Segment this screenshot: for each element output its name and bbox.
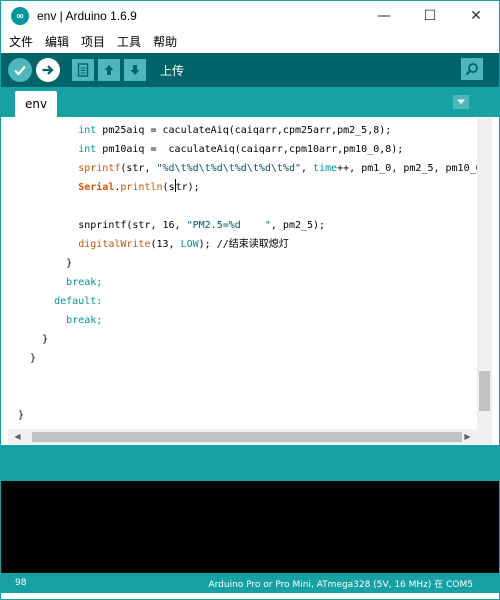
title-bar: ∞ env | Arduino 1.6.9 — ☐ ✕ — [1, 1, 499, 31]
code-line: } — [42, 334, 49, 345]
magnifier-icon — [465, 63, 478, 76]
new-button[interactable] — [72, 59, 94, 81]
tab-menu-button[interactable] — [453, 95, 469, 109]
vertical-scrollbar[interactable] — [477, 117, 492, 429]
menu-file[interactable]: 文件 — [1, 33, 39, 50]
message-area — [1, 445, 499, 481]
chevron-down-icon — [457, 99, 465, 104]
code-line: } — [66, 258, 73, 269]
line-number: 98 — [15, 578, 27, 588]
code-line: } — [30, 353, 37, 364]
code-editor[interactable]: int pm25aiq = caculateAiq(caiqarr,cpm25a… — [8, 117, 492, 429]
code-line: break; — [66, 277, 103, 288]
code-line: int pm25aiq = caculateAiq(caiqarr,cpm25a… — [78, 125, 392, 136]
menu-help[interactable]: 帮助 — [147, 33, 183, 50]
save-button[interactable] — [124, 59, 146, 81]
verify-button[interactable] — [8, 58, 32, 82]
window-controls: — ☐ ✕ — [361, 1, 499, 31]
minimize-button[interactable]: — — [361, 1, 407, 31]
code-line: default: — [54, 296, 103, 307]
board-info: Arduino Pro or Pro Mini, ATmega328 (5V, … — [208, 579, 473, 590]
close-button[interactable]: ✕ — [453, 1, 499, 31]
code-line: sprintf(str, "%d\t%d\t%d\t%d\t%d\t%d", t… — [78, 163, 488, 174]
arduino-ide-window: ∞ env | Arduino 1.6.9 — ☐ ✕ 文件 编辑 项目 工具 … — [0, 0, 500, 600]
window-bottom-edge — [1, 593, 499, 599]
maximize-button[interactable]: ☐ — [407, 1, 453, 31]
arduino-logo-icon: ∞ — [11, 7, 29, 25]
status-bar: 98 Arduino Pro or Pro Mini, ATmega328 (5… — [1, 573, 499, 593]
code-line: } — [18, 410, 25, 421]
scroll-left-icon[interactable]: ◀ — [10, 429, 25, 444]
code-line: Serial.println(str); — [18, 179, 200, 193]
vertical-scroll-thumb[interactable] — [479, 371, 490, 411]
code-line: digitalWrite(13, LOW); //结束读取熄灯 — [78, 239, 289, 250]
tab-env[interactable]: env — [15, 91, 57, 117]
arrow-right-icon — [42, 65, 54, 75]
menu-tools[interactable]: 工具 — [111, 33, 147, 50]
toolbar: 上传 — [1, 53, 499, 87]
open-button[interactable] — [98, 59, 120, 81]
upload-button[interactable] — [36, 58, 60, 82]
horizontal-scrollbar[interactable]: ◀ ▶ — [8, 429, 477, 444]
console-output[interactable] — [1, 481, 499, 573]
code-line: snprintf(str, 16, "PM2.5=%d ", pm2_5); — [78, 220, 326, 231]
serial-monitor-button[interactable] — [461, 58, 483, 80]
new-file-icon — [77, 63, 89, 77]
code-line: int pm10aiq = caculateAiq(caiqarr,cpm10a… — [78, 144, 404, 155]
scroll-corner — [477, 429, 492, 444]
tab-bar: env — [1, 87, 499, 117]
checkmark-icon — [14, 65, 26, 76]
toolbar-status-label: 上传 — [160, 63, 185, 78]
arrow-up-icon — [104, 65, 114, 75]
code-line: break; — [66, 315, 103, 326]
horizontal-scroll-thumb[interactable] — [32, 432, 462, 442]
menu-bar: 文件 编辑 项目 工具 帮助 — [1, 31, 499, 51]
scroll-right-icon[interactable]: ▶ — [460, 429, 475, 444]
window-title: env | Arduino 1.6.9 — [37, 9, 137, 23]
menu-edit[interactable]: 编辑 — [39, 33, 75, 50]
code-text[interactable]: int pm25aiq = caculateAiq(caiqarr,cpm25a… — [18, 121, 488, 425]
arrow-down-icon — [130, 65, 140, 75]
menu-sketch[interactable]: 项目 — [75, 33, 111, 50]
